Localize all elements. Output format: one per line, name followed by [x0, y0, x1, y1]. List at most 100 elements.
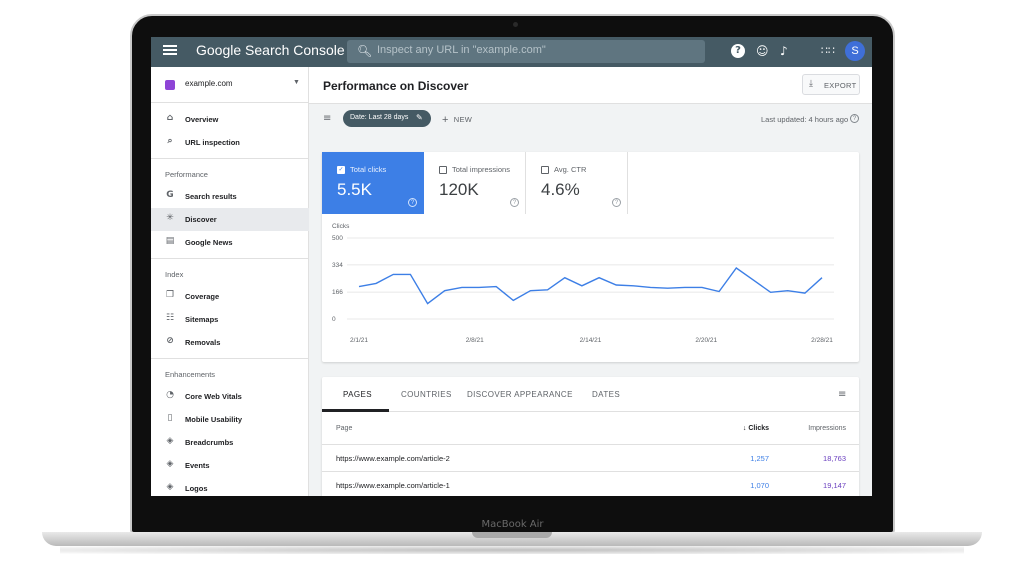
news-icon: ▤ [165, 236, 175, 246]
sidebar-item-removals[interactable]: ⊘ Removals [151, 331, 309, 354]
sidebar-item-label: Search results [185, 192, 237, 201]
metric-total-impressions[interactable]: Total impressions 120K ? [424, 152, 526, 214]
help-icon[interactable]: ? [408, 198, 417, 207]
column-header-clicks-label: Clicks [748, 425, 769, 432]
page-title: Performance on Discover [323, 79, 469, 93]
sidebar: example.com ▼ ⌂ Overview ⌕ URL inspectio… [151, 67, 309, 496]
section-title-enhancements: Enhancements [165, 370, 216, 379]
x-tick-label: 2/28/21 [811, 337, 833, 344]
main-content: Performance on Discover ⤓ EXPORT ≡ Date:… [309, 67, 872, 496]
sidebar-item-label: URL inspection [185, 138, 240, 147]
sidebar-item-events[interactable]: ◈ Events [151, 454, 309, 477]
menu-icon[interactable] [163, 45, 177, 55]
sidebar-item-logos[interactable]: ◈ Logos [151, 477, 309, 496]
brand-logo[interactable]: Google Search Console [196, 42, 345, 58]
checkbox-icon [439, 166, 447, 174]
search-icon: ⌕ [167, 136, 173, 146]
hidden-eye-icon: ⊘ [166, 336, 174, 346]
tab-dates[interactable]: DATES [592, 390, 620, 399]
sitemap-icon: ☷ [165, 313, 175, 323]
sidebar-item-core-web-vitals[interactable]: ◔ Core Web Vitals [151, 385, 309, 408]
filter-icon[interactable]: ≡ [838, 389, 846, 400]
tab-countries[interactable]: COUNTRIES [401, 390, 452, 399]
sidebar-item-url-inspection[interactable]: ⌕ URL inspection [151, 131, 309, 154]
column-header-clicks[interactable]: ↓ Clicks [743, 425, 769, 432]
page-header: Performance on Discover ⤓ EXPORT [309, 67, 872, 104]
sidebar-item-google-news[interactable]: ▤ Google News [151, 231, 309, 254]
sidebar-item-search-results[interactable]: G Search results [151, 185, 309, 208]
export-button[interactable]: ⤓ EXPORT [802, 74, 860, 95]
filter-icon[interactable]: ≡ [323, 113, 331, 124]
metric-total-clicks[interactable]: ✓ Total clicks 5.5K ? [322, 152, 424, 214]
metric-label: Total clicks [350, 165, 387, 174]
sidebar-divider [151, 158, 309, 159]
performance-chart-card: ✓ Total clicks 5.5K ? Total impressions … [322, 152, 859, 362]
active-tab-indicator [322, 409, 389, 412]
search-input[interactable] [377, 44, 697, 56]
avatar[interactable]: S [845, 41, 865, 61]
date-filter-chip[interactable]: Date: Last 28 days ✎ [343, 110, 431, 127]
sidebar-item-sitemaps[interactable]: ☷ Sitemaps [151, 308, 309, 331]
metric-value: 4.6% [541, 180, 580, 199]
help-icon[interactable]: ? [731, 44, 745, 58]
sidebar-item-discover[interactable]: ✳ Discover [151, 208, 309, 231]
sidebar-item-overview[interactable]: ⌂ Overview [151, 108, 309, 131]
apps-grid-icon[interactable]: ∷∷ [821, 44, 835, 58]
sidebar-item-label: Core Web Vitals [185, 392, 242, 401]
table-row[interactable]: https://www.example.com/article-1 1,070 … [322, 472, 859, 496]
property-name: example.com [185, 79, 233, 88]
sidebar-item-mobile-usability[interactable]: ▯ Mobile Usability [151, 408, 309, 431]
help-icon[interactable]: ? [510, 198, 519, 207]
sidebar-item-breadcrumbs[interactable]: ◈ Breadcrumbs [151, 431, 309, 454]
download-icon: ⤓ [809, 79, 813, 89]
x-tick-label: 2/14/21 [580, 337, 602, 344]
layers-icon: ◈ [166, 436, 174, 446]
clicks-series-line [358, 267, 823, 305]
metric-label: Total impressions [452, 165, 510, 174]
new-filter-button[interactable]: + NEW [442, 113, 472, 126]
sidebar-divider [151, 358, 309, 359]
chevron-down-icon: ▼ [293, 79, 300, 86]
url-inspection-search[interactable]: 🔍︎ [347, 40, 705, 63]
checkbox-icon [541, 166, 549, 174]
metric-value: 5.5K [337, 180, 372, 199]
pencil-icon: ✎ [416, 113, 423, 122]
search-icon: 🔍︎ [357, 44, 373, 58]
device-label: MacBook Air [481, 519, 544, 530]
metric-avg-ctr[interactable]: Avg. CTR 4.6% ? [526, 152, 628, 214]
clicks-line-chart: Clicks 0 166 334 500 2/1/21 2/8/21 2/14/21 2/2… [332, 223, 834, 344]
sidebar-item-label: Overview [185, 115, 219, 124]
y-tick-label: 0 [332, 316, 336, 323]
sidebar-item-coverage[interactable]: ❐ Coverage [151, 285, 309, 308]
people-settings-icon[interactable]: ☺ [756, 44, 769, 58]
cell-clicks: 1,070 [750, 481, 769, 490]
cell-page: https://www.example.com/article-1 [336, 481, 450, 490]
sidebar-item-label: Events [185, 461, 210, 470]
table-row[interactable]: https://www.example.com/article-2 1,257 … [322, 445, 859, 472]
help-icon[interactable]: ? [850, 114, 859, 123]
cell-page: https://www.example.com/article-2 [336, 454, 450, 463]
gauge-icon: ◔ [166, 390, 174, 400]
sidebar-divider [151, 258, 309, 259]
y-axis-label: Clicks [332, 223, 350, 230]
help-icon[interactable]: ? [612, 198, 621, 207]
tab-discover-appearance[interactable]: DISCOVER APPEARANCE [467, 390, 573, 399]
layers-icon: ◈ [166, 459, 174, 469]
column-header-impressions[interactable]: Impressions [808, 425, 846, 432]
asterisk-icon: ✳ [166, 213, 174, 223]
bell-icon[interactable]: ♪ [780, 44, 788, 58]
metric-value: 120K [439, 180, 479, 199]
copy-icon: ❐ [165, 290, 175, 300]
tab-pages[interactable]: PAGES [343, 390, 372, 399]
screen: Google Search Console 🔍︎ ? ☺ ♪ ∷∷ S exam… [151, 37, 872, 496]
layers-icon: ◈ [166, 482, 174, 492]
property-selector[interactable]: example.com ▼ [151, 67, 309, 103]
camera-dot [513, 22, 518, 27]
top-app-bar: Google Search Console 🔍︎ ? ☺ ♪ ∷∷ S [151, 37, 872, 67]
cell-clicks: 1,257 [750, 454, 769, 463]
x-tick-label: 2/8/21 [466, 337, 484, 344]
cell-impressions: 18,763 [823, 454, 846, 463]
column-header-page[interactable]: Page [336, 425, 352, 432]
google-g-icon: G [166, 190, 174, 200]
cell-impressions: 19,147 [823, 481, 846, 490]
